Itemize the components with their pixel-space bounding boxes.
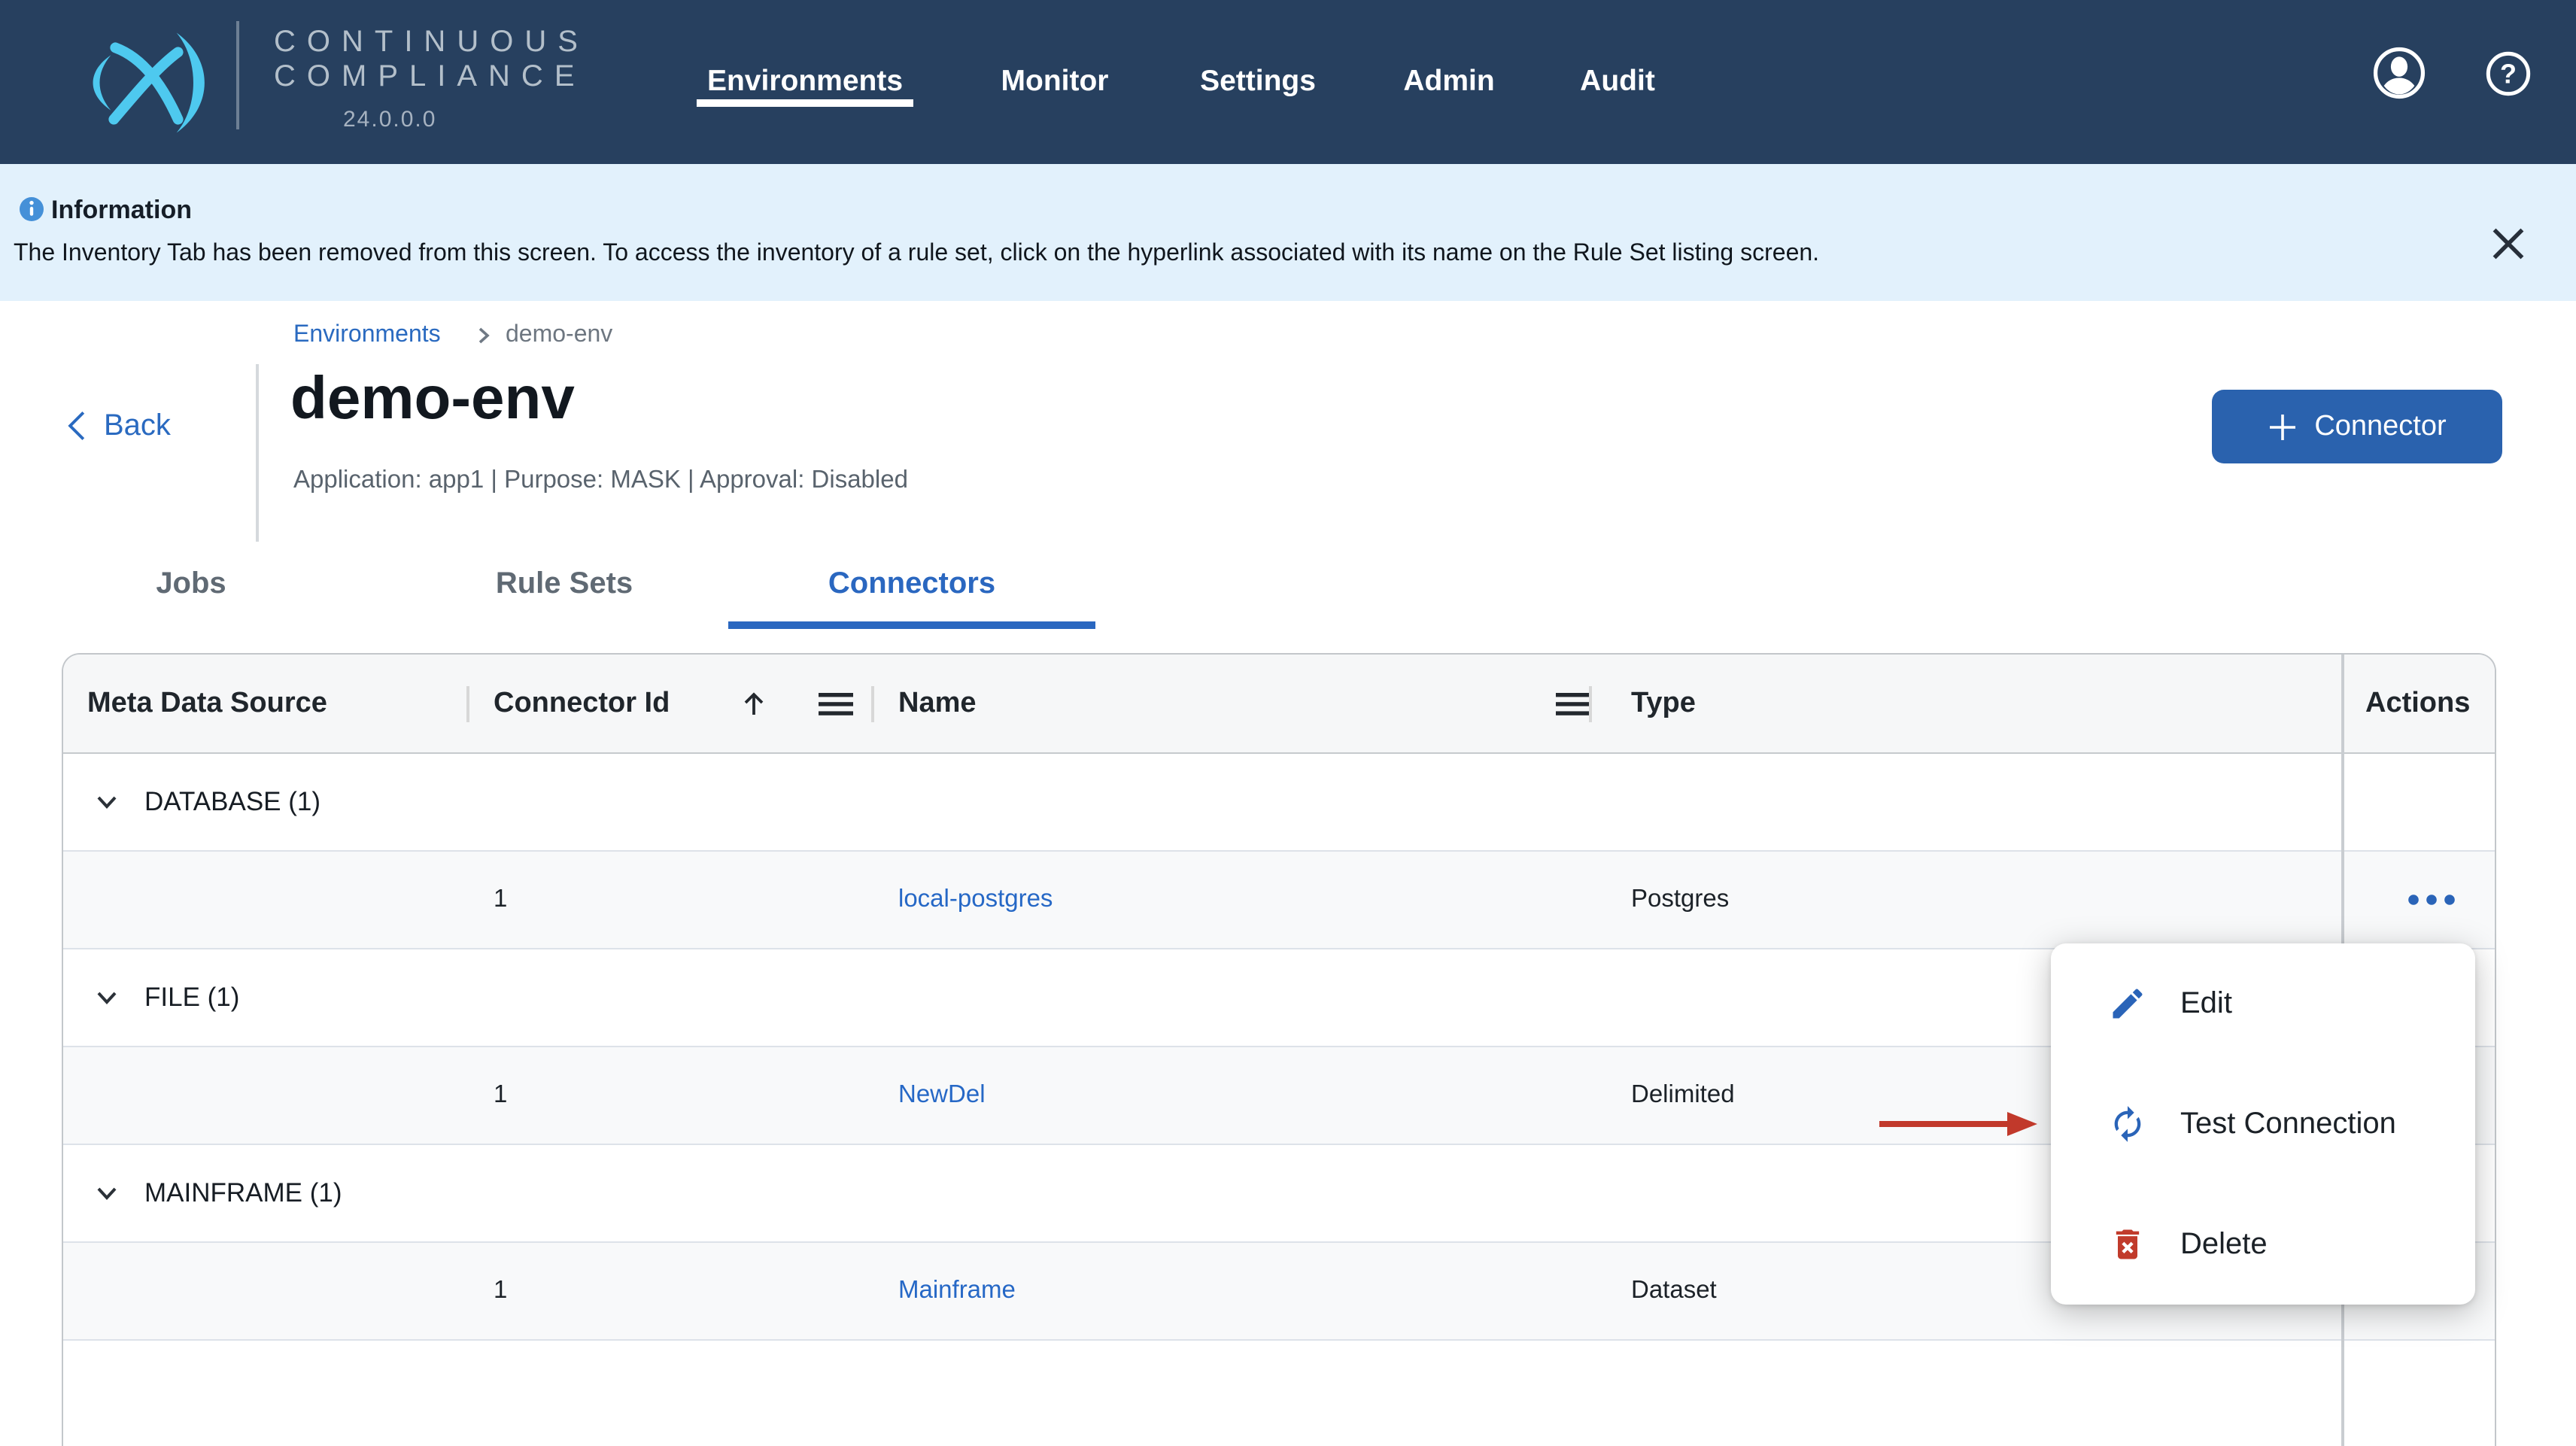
column-menu-icon[interactable]: [819, 691, 853, 715]
app-version: 24.0.0.0: [343, 107, 436, 132]
add-connector-label: Connector: [2314, 410, 2446, 443]
user-account-icon[interactable]: [2371, 45, 2427, 101]
connector-id-cell: 1: [494, 1081, 507, 1110]
connector-id-cell: 1: [494, 1277, 507, 1305]
column-header-actions: Actions: [2365, 687, 2470, 720]
page-title: demo-env: [290, 366, 575, 433]
annotation-arrow: [1878, 1109, 2040, 1139]
active-tab-underline: [728, 621, 1095, 629]
banner-title: Information: [51, 196, 192, 226]
breadcrumb-parent-link[interactable]: Environments: [293, 322, 441, 349]
menu-item-test-connection[interactable]: Test Connection: [2051, 1064, 2475, 1184]
table-empty-area: [63, 1341, 2495, 1446]
brand-line2: COMPLIANCE: [274, 60, 589, 95]
delphix-logo-icon: [51, 24, 238, 141]
column-header-meta-data-source[interactable]: Meta Data Source: [87, 687, 327, 720]
help-icon[interactable]: ?: [2484, 50, 2532, 98]
column-header-connector-id[interactable]: Connector Id: [494, 687, 670, 720]
brand-divider: [236, 21, 239, 129]
sync-icon: [2108, 1104, 2147, 1144]
brand-line1: CONTINUOUS: [274, 26, 589, 60]
column-header-name[interactable]: Name: [898, 687, 977, 720]
tab-rule-sets[interactable]: Rule Sets: [496, 567, 633, 602]
nav-item-settings[interactable]: Settings: [1200, 0, 1316, 164]
menu-item-label: Test Connection: [2180, 1107, 2396, 1141]
connector-name-link[interactable]: local-postgres: [898, 886, 1053, 914]
nav-item-environments[interactable]: Environments: [707, 0, 903, 164]
brand-name: CONTINUOUS COMPLIANCE: [274, 26, 589, 95]
menu-item-label: Delete: [2180, 1227, 2268, 1262]
connector-type-cell: Postgres: [1631, 886, 1729, 914]
sort-asc-arrow-icon[interactable]: [737, 687, 770, 720]
nav-item-admin[interactable]: Admin: [1403, 0, 1494, 164]
group-row-database[interactable]: DATABASE (1): [63, 754, 2495, 852]
info-banner: Information The Inventory Tab has been r…: [0, 164, 2576, 301]
column-divider: [871, 686, 874, 722]
plus-icon: [2268, 412, 2298, 442]
breadcrumb-current: demo-env: [506, 322, 612, 349]
tab-jobs[interactable]: Jobs: [156, 567, 226, 602]
trash-icon: [2108, 1225, 2147, 1264]
group-label: FILE (1): [144, 982, 239, 1013]
chevron-down-icon[interactable]: [93, 788, 120, 816]
group-label: MAINFRAME (1): [144, 1177, 342, 1209]
column-menu-icon[interactable]: [1556, 691, 1590, 715]
add-connector-button[interactable]: Connector: [2212, 390, 2502, 463]
header-divider: [256, 364, 259, 542]
table-header: Meta Data Source Connector Id Name Type …: [63, 655, 2495, 754]
close-icon[interactable]: [2486, 221, 2531, 266]
info-icon: [20, 197, 44, 221]
table-row-local-postgres: 1 local-postgres Postgres: [63, 852, 2495, 949]
nav-item-monitor[interactable]: Monitor: [1001, 0, 1109, 164]
tab-connectors[interactable]: Connectors: [828, 567, 995, 602]
breadcrumb-chevron-icon: [471, 324, 495, 348]
page-subtitle: Application: app1 | Purpose: MASK | Appr…: [293, 466, 908, 495]
menu-item-edit[interactable]: Edit: [2051, 943, 2475, 1064]
connector-name-link[interactable]: Mainframe: [898, 1277, 1016, 1305]
connector-type-cell: Delimited: [1631, 1081, 1735, 1110]
connector-type-cell: Dataset: [1631, 1277, 1717, 1305]
top-nav: CONTINUOUS COMPLIANCE 24.0.0.0 Environme…: [0, 0, 2576, 164]
back-button[interactable]: Back: [63, 402, 171, 450]
back-chevron-icon: [63, 409, 90, 442]
menu-item-delete[interactable]: Delete: [2051, 1184, 2475, 1305]
pencil-icon: [2108, 984, 2147, 1023]
chevron-down-icon[interactable]: [93, 984, 120, 1011]
column-divider: [466, 686, 469, 722]
column-divider: [1589, 686, 1592, 722]
back-label: Back: [104, 409, 171, 443]
row-actions-context-menu: Edit Test Connection Delete: [2051, 943, 2475, 1305]
svg-text:?: ?: [2500, 58, 2517, 89]
column-header-type[interactable]: Type: [1631, 687, 1696, 720]
menu-item-label: Edit: [2180, 986, 2232, 1021]
chevron-down-icon[interactable]: [93, 1180, 120, 1207]
connector-name-link[interactable]: NewDel: [898, 1081, 986, 1110]
banner-message: The Inventory Tab has been removed from …: [14, 241, 1819, 268]
nav-item-audit[interactable]: Audit: [1580, 0, 1655, 164]
row-actions-menu-icon[interactable]: [2404, 891, 2459, 909]
connector-id-cell: 1: [494, 886, 507, 914]
group-label: DATABASE (1): [144, 786, 320, 818]
app-root: CONTINUOUS COMPLIANCE 24.0.0.0 Environme…: [0, 0, 2576, 1446]
